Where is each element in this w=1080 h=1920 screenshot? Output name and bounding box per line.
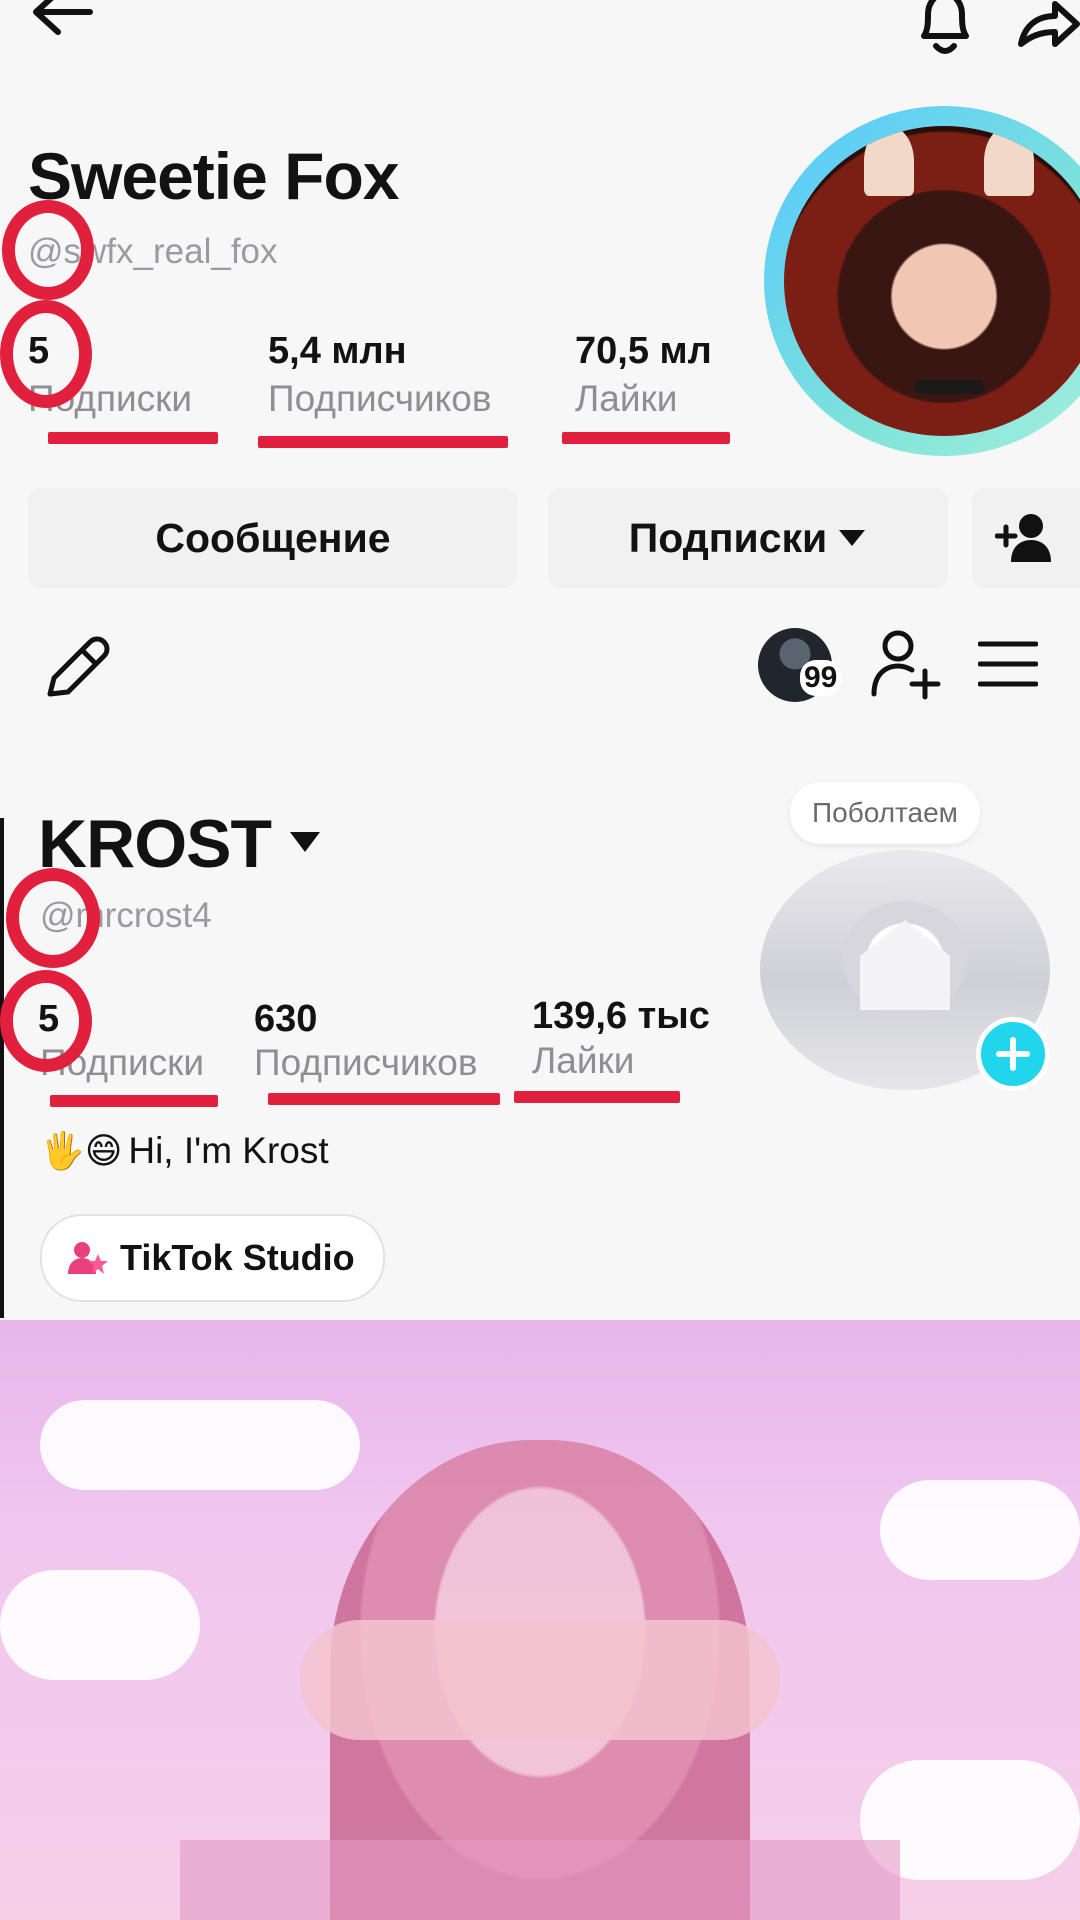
annotation-underline	[50, 1095, 218, 1107]
message-button-label: Сообщение	[155, 514, 391, 561]
bell-icon[interactable]	[910, 0, 980, 58]
plus-icon	[996, 1037, 1030, 1071]
suggest-accounts-button[interactable]	[972, 488, 1080, 588]
share-icon[interactable]	[1015, 0, 1080, 58]
likes-label: Лайки	[532, 1040, 635, 1081]
annotation-circle	[2, 200, 94, 300]
annotation-circle	[0, 300, 92, 408]
followers-label[interactable]: Подписчиков	[268, 378, 492, 420]
annotation-underline	[268, 1093, 500, 1105]
video-thumbnail[interactable]	[0, 1320, 1080, 1920]
profile-name: Sweetie Fox	[28, 139, 399, 213]
likes-count: 70,5 мл	[575, 330, 712, 372]
chevron-down-icon[interactable]	[288, 830, 322, 854]
followers-count[interactable]: 5,4 млн	[268, 330, 407, 373]
followers-label[interactable]: Подписчиков	[254, 1042, 478, 1084]
add-user-icon[interactable]	[870, 628, 942, 700]
tiktok-studio-label: TikTok Studio	[120, 1237, 355, 1278]
cloud-decoration	[40, 1400, 360, 1490]
bio-text: Hi, I'm Krost	[128, 1130, 329, 1171]
annotation-underline	[48, 432, 218, 444]
studio-icon	[68, 1242, 108, 1274]
profile-name[interactable]: KROST	[38, 805, 272, 883]
message-button[interactable]: Сообщение	[28, 488, 518, 588]
bio-emoji: 🖐😄	[40, 1131, 123, 1172]
pencil-icon[interactable]	[40, 632, 112, 704]
cloud-decoration	[0, 1570, 200, 1680]
edge-line	[0, 818, 4, 1318]
menu-icon[interactable]	[978, 638, 1038, 690]
following-button[interactable]: Подписки	[548, 488, 948, 588]
profile-bio: 🖐😄 Hi, I'm Krost	[40, 1130, 329, 1172]
annotation-underline	[258, 436, 508, 448]
back-arrow-icon[interactable]	[28, 0, 98, 50]
annotation-circle	[6, 868, 100, 968]
followers-count[interactable]: 630	[254, 998, 317, 1041]
cloud-decoration	[880, 1480, 1080, 1580]
inbox-count-badge: 99	[800, 660, 842, 696]
annotation-underline	[562, 432, 730, 444]
following-button-label: Подписки	[628, 514, 828, 561]
chat-bubble[interactable]: Поболтаем	[790, 782, 980, 844]
add-avatar-button[interactable]	[976, 1017, 1050, 1091]
annotation-underline	[514, 1091, 680, 1103]
chevron-down-icon	[839, 530, 866, 546]
add-user-icon	[995, 514, 1051, 562]
likes-count: 139,6 тыс	[532, 995, 710, 1037]
tiktok-studio-button[interactable]: TikTok Studio	[40, 1214, 385, 1302]
likes-label: Лайки	[575, 378, 678, 419]
annotation-circle	[0, 970, 92, 1072]
